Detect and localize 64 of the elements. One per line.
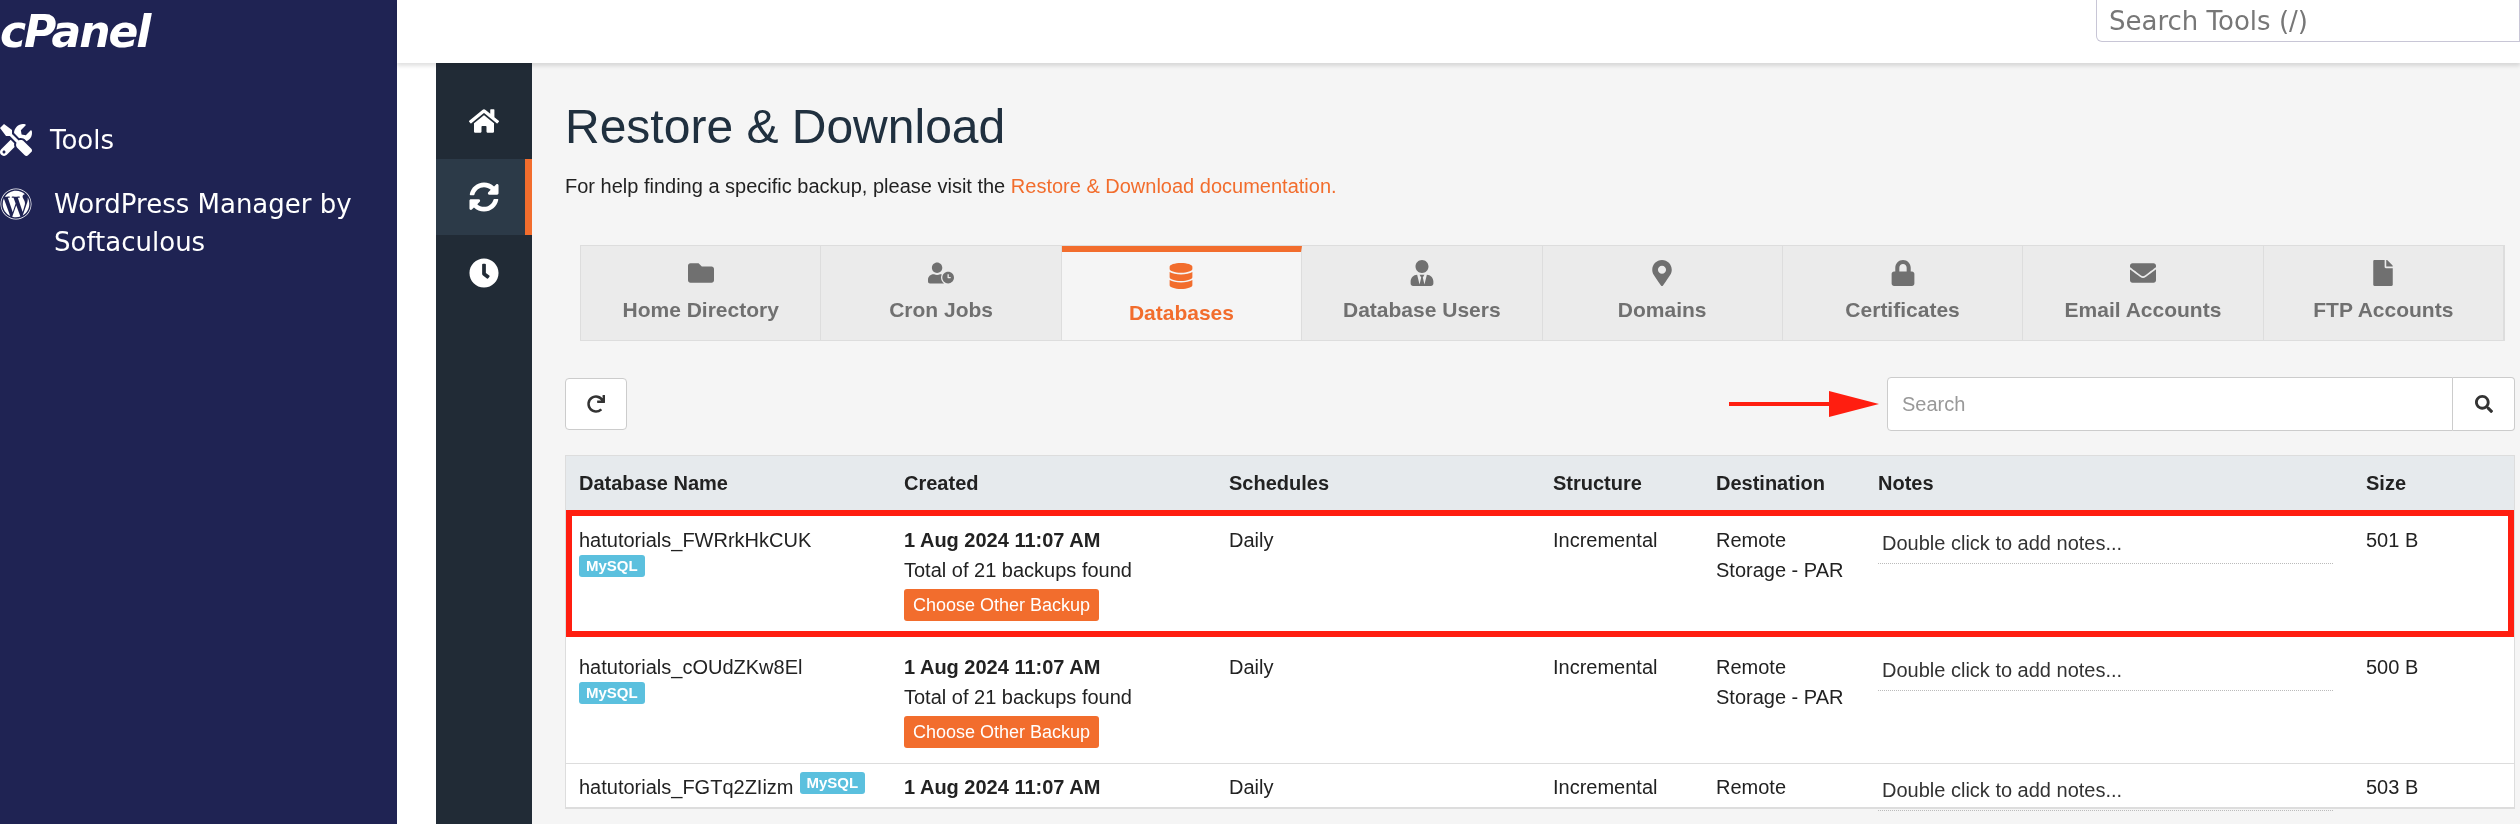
column-header: Created [904, 472, 979, 494]
destination-text: Remote [1716, 775, 1788, 800]
destination-text: Remote Storage - PAR [1716, 655, 1845, 710]
backups-count: Total of 21 backups found [904, 558, 1132, 583]
destination-text: Remote Storage - PAR [1716, 528, 1845, 583]
tools-search-field[interactable]: Search Tools (/) [2096, 0, 2520, 42]
category-tab[interactable]: Database Users [1302, 246, 1543, 340]
wordpress-icon [0, 188, 32, 220]
rail-button[interactable] [436, 159, 532, 235]
choose-backup-button[interactable]: Choose Other Backup [904, 716, 1100, 748]
help-text: For help finding a specific backup, please visit the Restore & Download documentation. [565, 174, 1338, 199]
search-button[interactable] [2453, 377, 2515, 431]
backups-count: Total of 21 backups found [904, 685, 1132, 710]
mysql-badge: MySQL [579, 682, 645, 704]
page-title: Restore & Download [565, 99, 1007, 155]
column-header: Destination [1716, 472, 1825, 494]
database-icon [1168, 263, 1195, 290]
refresh-button[interactable] [565, 378, 627, 430]
search-field[interactable]: Search [1887, 377, 2453, 431]
column-header: Notes [1878, 472, 1934, 494]
column-header: Schedules [1229, 472, 1330, 494]
category-tab[interactable]: Certificates [1782, 246, 2024, 340]
size-text: 500 B [2366, 656, 2419, 678]
database-name: hatutorials_FGTq2ZIizm [579, 775, 794, 801]
column-header: Size [2366, 472, 2407, 494]
sidebar-item[interactable]: WordPress Manager by Softaculous [0, 185, 397, 261]
lock-icon [1889, 260, 1916, 287]
column-header: Database Name [579, 472, 728, 494]
category-tab[interactable]: FTP Accounts [2263, 246, 2504, 340]
created-date: 1 Aug 2024 11:07 AM [904, 655, 1101, 680]
cpanel-logo[interactable]: cPanel [0, 6, 150, 57]
size-text: 501 B [2366, 529, 2419, 551]
mysql-badge: MySQL [799, 772, 866, 794]
database-name: hatutorials_FWRrkHkCUK [579, 528, 812, 554]
sidebar-item[interactable]: Tools [0, 121, 397, 159]
schedule-text: Daily [1229, 529, 1274, 551]
category-tab[interactable]: Domains [1542, 246, 1783, 340]
size-text: 503 B [2366, 776, 2419, 798]
schedule-text: Daily [1229, 776, 1274, 798]
structure-text: Incremental [1553, 529, 1658, 551]
created-date: 1 Aug 2024 11:07 AM [904, 528, 1101, 553]
notes-field[interactable]: Double click to add notes... [1878, 650, 2333, 691]
category-tab[interactable]: Email Accounts [2023, 246, 2264, 340]
category-tab[interactable]: Home Directory [581, 246, 822, 340]
home-icon [469, 106, 499, 136]
tools-icon [0, 124, 32, 156]
category-tab[interactable]: Databases [1061, 246, 1303, 340]
database-name: hatutorials_cOUdZKw8El [579, 655, 803, 681]
schedule-text: Daily [1229, 656, 1274, 678]
category-tab[interactable]: Cron Jobs [821, 246, 1062, 340]
structure-text: Incremental [1553, 656, 1658, 678]
created-date: 1 Aug 2024 11:07 AM [904, 775, 1101, 800]
user-icon [1408, 260, 1435, 287]
column-header: Structure [1553, 472, 1642, 494]
search-icon [2474, 395, 2493, 413]
structure-text: Incremental [1553, 776, 1658, 798]
refresh-icon [587, 395, 605, 413]
mysql-badge: MySQL [579, 555, 645, 577]
notes-field[interactable]: Double click to add notes... [1878, 770, 2333, 811]
sync-icon [469, 182, 499, 212]
documentation-link[interactable]: Restore & Download documentation. [1010, 175, 1337, 197]
notes-field[interactable]: Double click to add notes... [1878, 523, 2333, 564]
clock-icon [469, 258, 499, 288]
choose-backup-button[interactable]: Choose Other Backup [904, 589, 1100, 621]
